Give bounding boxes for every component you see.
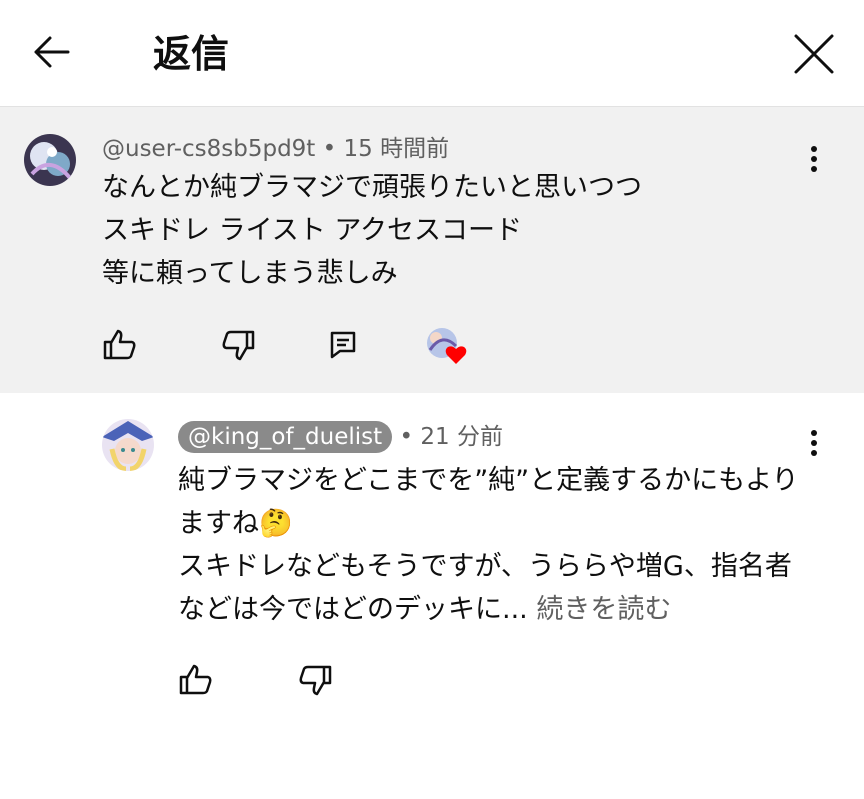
like-button[interactable]: [101, 325, 141, 365]
comment-body: なんとか純ブラマジで頑張りたいと思いつつ スキドレ ライスト アクセスコード 等…: [102, 172, 642, 289]
back-button[interactable]: [28, 28, 76, 76]
avatar[interactable]: [102, 419, 154, 471]
reply-icon: [330, 331, 356, 359]
reply-button[interactable]: [324, 325, 364, 365]
more-options-button[interactable]: [799, 423, 829, 463]
meta-separator: •: [322, 136, 337, 162]
parent-comment: @user-cs8sb5pd9t • 15 時間前 なんとか純ブラマジで頑張りた…: [0, 107, 864, 393]
dislike-button[interactable]: [217, 325, 257, 365]
avatar[interactable]: [24, 134, 76, 186]
comment-meta: @user-cs8sb5pd9t • 15 時間前: [102, 134, 449, 164]
comment-meta: @king_of_duelist • 21 分前: [178, 421, 503, 453]
comment-author[interactable]: @user-cs8sb5pd9t: [102, 136, 315, 162]
comment-time: 21 分前: [420, 424, 503, 450]
close-button[interactable]: [788, 28, 840, 80]
like-button[interactable]: [177, 660, 217, 700]
more-options-button[interactable]: [799, 139, 829, 179]
heart-icon: [427, 328, 467, 364]
read-more-link[interactable]: 続きを読む: [536, 594, 671, 625]
like-icon: [179, 664, 212, 695]
close-icon: [794, 34, 834, 74]
dislike-icon: [299, 665, 332, 696]
dislike-button[interactable]: [294, 660, 334, 700]
like-icon: [103, 329, 136, 360]
back-arrow-icon: [34, 36, 70, 68]
comment-time: 15 時間前: [343, 136, 450, 162]
meta-separator: •: [399, 424, 414, 450]
creator-heart: [424, 324, 472, 368]
comment-body: 純ブラマジをどこまでを”純”と定義するかにもよりますね🤔 スキドレなどもそうです…: [178, 459, 818, 631]
comment-body-text: 純ブラマジをどこまでを”純”と定義するかにもよりますね🤔 スキドレなどもそうです…: [178, 465, 799, 625]
page-title: 返信: [153, 32, 230, 76]
header: 返信: [0, 0, 864, 107]
dislike-icon: [222, 330, 255, 361]
more-vert-icon: [811, 430, 817, 456]
comment-author[interactable]: @king_of_duelist: [178, 421, 393, 453]
more-vert-icon: [811, 146, 817, 172]
